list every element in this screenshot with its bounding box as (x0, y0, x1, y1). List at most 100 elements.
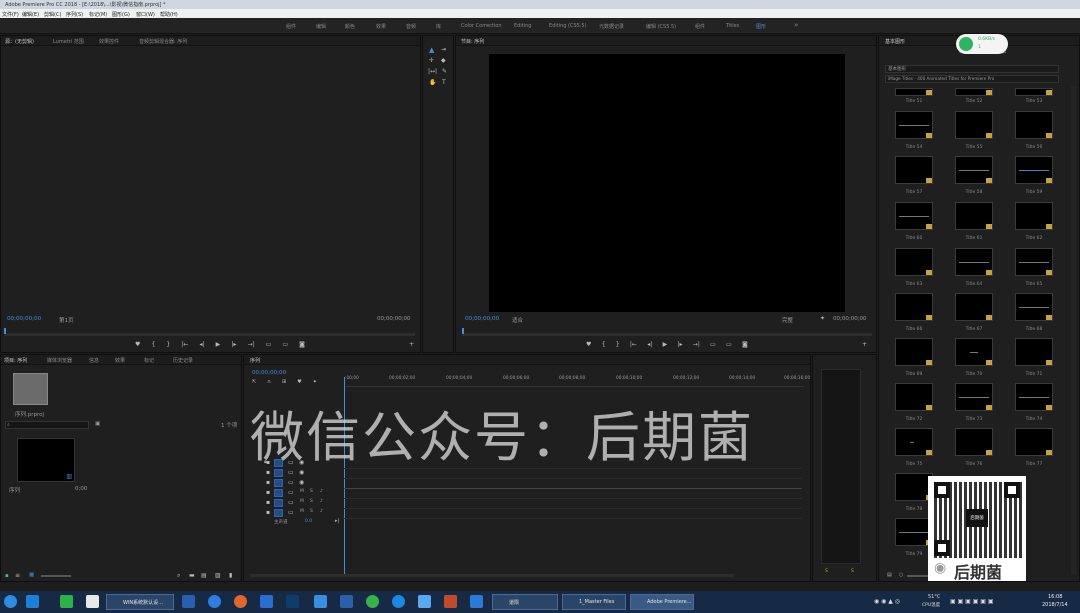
overwrite-icon[interactable]: ▭ (282, 341, 288, 348)
ws-more-icon[interactable]: » (794, 21, 798, 29)
tab-effects[interactable]: 效果 (115, 357, 125, 364)
title-thumb[interactable] (1015, 338, 1053, 366)
meter-solo-right[interactable]: S (851, 569, 854, 574)
mic-icon[interactable]: ♪ (320, 499, 323, 504)
extract-icon[interactable]: ▭ (726, 341, 732, 348)
title-thumb[interactable] (1015, 88, 1053, 96)
title-thumb[interactable] (1015, 383, 1053, 411)
razor-tool-icon[interactable]: ◆ (441, 57, 446, 64)
step-forward-icon[interactable]: |▸ (677, 341, 682, 348)
app-icon[interactable] (234, 595, 247, 608)
linked-icon[interactable]: ⊞ (282, 379, 286, 385)
title-thumb[interactable] (955, 156, 993, 184)
mic-icon[interactable]: ♪ (320, 509, 323, 514)
photoshop-icon[interactable] (286, 595, 299, 608)
toggle-sync-icon[interactable]: ▭ (288, 509, 294, 516)
add-button-icon[interactable]: + (862, 341, 867, 348)
wechat-taskbar-icon[interactable] (60, 595, 73, 608)
timeline-timecode[interactable]: 00;00;00;00 (252, 370, 286, 376)
sequence-clip-thumb[interactable]: ▥ (17, 438, 75, 482)
new-item-icon[interactable]: ▤ (201, 572, 207, 579)
graphics-folder-select[interactable]: 基本图形 (885, 65, 1059, 73)
type-tool-icon[interactable]: T (442, 79, 446, 86)
new-bin-icon[interactable]: ▣ (95, 421, 100, 427)
solo-button[interactable]: S (310, 489, 313, 494)
pen-tool-icon[interactable]: ✎ (442, 68, 447, 75)
tab-history[interactable]: 历史记录 (173, 357, 193, 364)
app-icon[interactable] (470, 595, 483, 608)
tab-info[interactable]: 信息 (89, 357, 99, 364)
meter-solo-left[interactable]: S (825, 569, 828, 574)
lock-icon[interactable]: ▪ (266, 499, 270, 506)
start-icon[interactable] (4, 595, 17, 608)
mark-in-icon[interactable]: { (151, 341, 155, 348)
a3-target[interactable] (274, 509, 283, 517)
track-lane[interactable] (344, 489, 802, 499)
app-icon[interactable] (340, 595, 353, 608)
menu-graphics[interactable]: 图形(G) (112, 11, 130, 18)
track-lane[interactable] (344, 479, 802, 489)
list-view-icon[interactable]: ≡ (15, 572, 20, 579)
program-resolution-select[interactable]: 完整 (782, 316, 793, 324)
graphics-scrollbar[interactable] (1071, 86, 1076, 574)
mute-button[interactable]: M (300, 499, 304, 504)
snap-icon[interactable]: ∩ (267, 379, 271, 385)
task-window[interactable]: 道陨 (492, 594, 558, 610)
tab-markers[interactable]: 标记 (144, 357, 154, 364)
ie-icon[interactable] (26, 595, 39, 608)
project-thumbnail[interactable] (13, 373, 48, 405)
lock-icon[interactable]: ▪ (266, 489, 270, 496)
play-icon[interactable]: ▶ (216, 341, 221, 348)
toggle-sync-icon[interactable]: ▭ (288, 499, 294, 506)
step-back-icon[interactable]: ◂| (199, 341, 204, 348)
title-thumb[interactable] (955, 338, 993, 366)
app-icon[interactable] (314, 595, 327, 608)
task-window[interactable]: 1_Master Files (562, 594, 626, 610)
title-thumb[interactable] (895, 338, 933, 366)
timeline-ruler[interactable]: :00;00 00;00;02;00 00;00;04;00 00;00;06;… (344, 373, 810, 387)
tab-media-browser[interactable]: 媒体浏览器 (47, 357, 72, 364)
menu-file[interactable]: 文件(F) (2, 11, 19, 18)
ws-audio[interactable]: 音频 (406, 23, 416, 30)
find-icon[interactable]: ⌕ (177, 572, 180, 580)
lock-icon[interactable]: ▪ (266, 479, 270, 486)
go-to-in-icon[interactable]: |← (181, 341, 188, 348)
title-thumb[interactable] (1015, 293, 1053, 321)
lock-icon[interactable]: ▪ (5, 573, 9, 579)
master-volume[interactable]: 0.0 (305, 519, 312, 524)
ws-editing-cs55[interactable]: Editing (CS5.5) (549, 23, 587, 29)
nest-icon[interactable]: ⇱ (252, 379, 256, 385)
camera-icon[interactable]: ◙ (742, 341, 748, 348)
title-thumb[interactable] (1015, 202, 1053, 230)
title-thumb[interactable] (955, 111, 993, 139)
ws-libraries[interactable]: 库 (436, 23, 441, 30)
ws-titles[interactable]: Titles (726, 23, 739, 29)
clear-icon[interactable]: ▨ (215, 572, 221, 579)
notepad-icon[interactable] (86, 595, 99, 608)
mark-out-icon[interactable]: } (166, 341, 170, 348)
title-thumb[interactable] (955, 428, 993, 456)
lock-icon[interactable]: ▪ (266, 509, 270, 516)
go-to-end-icon[interactable]: ▸| (335, 518, 339, 524)
title-thumb[interactable] (1015, 156, 1053, 184)
ws-color[interactable]: 颜色 (345, 23, 355, 30)
tab-essential-graphics[interactable]: 基本图形 (885, 38, 905, 45)
eye-icon[interactable]: ◉ (299, 479, 304, 486)
track-lane[interactable] (344, 509, 802, 519)
ws-color-correction[interactable]: Color Correction (461, 23, 502, 29)
title-thumb[interactable] (895, 248, 933, 276)
slip-tool-icon[interactable]: |↔| (428, 68, 437, 75)
solo-button[interactable]: S (310, 509, 313, 514)
ws-editing[interactable]: 编辑 (316, 23, 326, 30)
title-thumb[interactable] (1015, 111, 1053, 139)
graphics-library-select[interactable]: iMage Titles - 400 Animated Titles for P… (885, 75, 1059, 83)
step-forward-icon[interactable]: |▸ (231, 341, 236, 348)
source-scrubber[interactable] (5, 333, 415, 336)
project-search-input[interactable]: ⌕ (5, 421, 89, 429)
marker-icon[interactable]: ♥ (586, 341, 591, 348)
play-icon[interactable]: ▶ (663, 341, 668, 348)
menu-edit[interactable]: 编辑(E) (22, 11, 39, 18)
tray-icons-2[interactable]: ▣ ▣ ▣ ▣ ▣ ▣ (950, 598, 994, 605)
title-thumb[interactable] (955, 202, 993, 230)
menu-help[interactable]: 帮助(H) (160, 11, 178, 18)
